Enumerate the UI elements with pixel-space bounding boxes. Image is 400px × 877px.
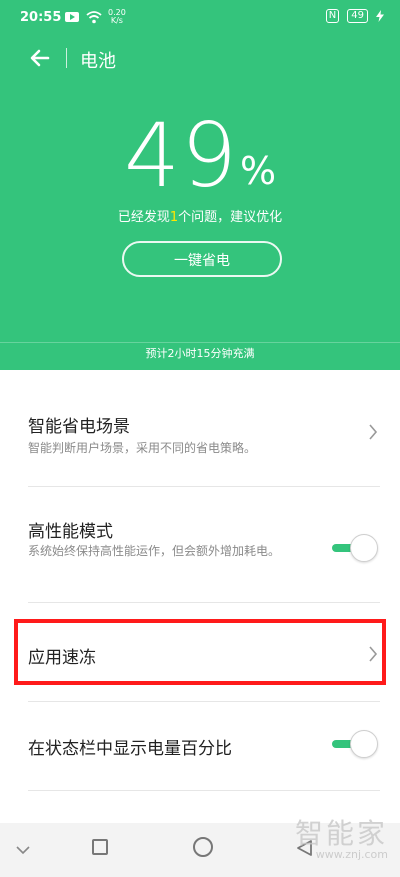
watermark-url: www.znj.com — [315, 848, 388, 861]
charge-divider — [0, 342, 400, 343]
show-percent-toggle[interactable] — [332, 730, 378, 758]
watermark: 智能家 www.znj.com — [295, 812, 388, 861]
toggle-knob — [350, 730, 378, 758]
chevron-right-icon — [369, 424, 378, 440]
suggestion-prefix: 已经发现 — [117, 210, 170, 225]
divider — [28, 790, 380, 791]
setting-high-performance: 高性能模式 系统始终保持高性能运作，但会额外增加耗电。 — [0, 487, 400, 597]
nav-down-chevron-icon[interactable] — [16, 843, 30, 857]
status-right-icons: N 49 — [325, 9, 384, 23]
suggestion-suffix: 个问题，建议优化 — [178, 210, 283, 225]
net-speed: 0.20 K/s — [108, 9, 126, 25]
back-arrow-icon[interactable] — [28, 46, 52, 70]
setting-title: 智能省电场景 — [28, 417, 130, 437]
battery-percent-sign: % — [239, 149, 277, 193]
high-performance-toggle[interactable] — [332, 534, 378, 562]
page-title: 电池 — [80, 51, 116, 72]
battery-percent: 49% — [0, 112, 400, 200]
watermark-logo: 智能家 — [294, 817, 388, 850]
status-bar: 20:55 0.20 K/s N 49 — [0, 0, 400, 38]
setting-title: 高性能模式 — [28, 522, 113, 542]
setting-show-percent: 在状态栏中显示电量百分比 — [0, 702, 400, 782]
setting-smart-scene[interactable]: 智能省电场景 智能判断用户场景，采用不同的省电策略。 — [0, 395, 400, 485]
one-key-save-button[interactable]: 一键省电 — [122, 241, 282, 277]
video-icon — [65, 12, 79, 22]
app-header: 电池 — [0, 38, 400, 78]
battery-indicator: 49 — [347, 9, 368, 23]
battery-percent-value: 49 — [123, 104, 238, 207]
highlight-frame — [14, 619, 386, 685]
status-left-icons: 0.20 K/s — [64, 9, 126, 25]
charging-bolt-icon — [376, 10, 384, 22]
toggle-knob — [350, 534, 378, 562]
divider — [28, 602, 380, 603]
charge-estimate: 预计2小时15分钟充满 — [145, 347, 255, 360]
setting-desc: 智能判断用户场景，采用不同的省电策略。 — [28, 441, 257, 455]
net-speed-unit: K/s — [110, 16, 123, 25]
nfc-icon: N — [325, 9, 340, 23]
suggestion-count: 1 — [169, 210, 179, 225]
header-separator — [66, 48, 67, 68]
battery-hero: 20:55 0.20 K/s N 49 电池 49% 已经发现1个问题，建议优化… — [0, 0, 400, 370]
recents-icon[interactable] — [92, 839, 108, 855]
home-icon[interactable] — [193, 837, 213, 857]
status-time: 20:55 — [20, 10, 62, 25]
setting-desc: 系统始终保持高性能运作，但会额外增加耗电。 — [28, 544, 281, 558]
wifi-icon — [86, 10, 102, 23]
optimization-suggestion: 已经发现1个问题，建议优化 — [0, 206, 400, 225]
setting-title: 在状态栏中显示电量百分比 — [28, 739, 232, 759]
